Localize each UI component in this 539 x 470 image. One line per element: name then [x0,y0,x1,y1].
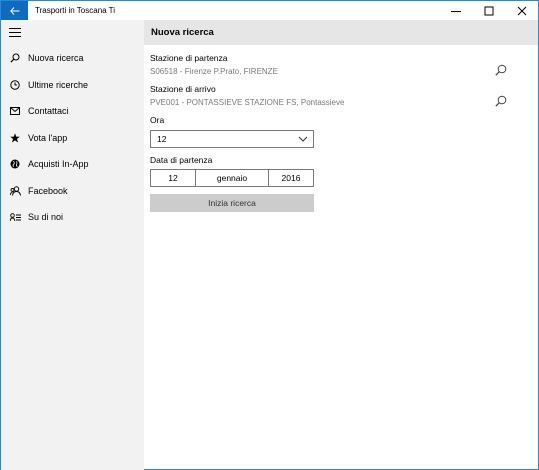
star-icon [2,133,28,143]
sidebar-item-label: Contattaci [28,106,69,116]
title-bar: Trasporti in Toscana Ti [1,1,538,20]
departure-value[interactable]: S06518 - Firenze P.Prato, FIRENZE [150,67,278,76]
arrival-label: Stazione di arrivo [150,84,216,94]
hour-value: 12 [157,134,167,144]
date-day[interactable]: 12 [151,170,196,186]
date-picker[interactable]: 12 gennaio 2016 [150,169,314,187]
search-icon [495,95,507,107]
sidebar-item-nuova-ricerca[interactable]: Nuova ricerca [1,45,144,71]
date-year[interactable]: 2016 [269,170,313,186]
sidebar-item-label: Su di noi [28,212,64,222]
sidebar-item-vota-app[interactable]: Vota l'app [1,125,144,151]
maximize-button[interactable] [472,1,505,20]
close-icon [517,6,526,15]
sidebar-item-contattaci[interactable]: Contattaci [1,98,144,124]
app-window: Trasporti in Toscana Ti Nuova ricerca Ul… [0,0,539,470]
clock-icon [2,80,28,90]
sidebar-item-label: Facebook [28,186,68,196]
departure-label: Stazione di partenza [150,53,228,63]
contact-card-icon [2,212,28,222]
search-icon [495,64,507,76]
hamburger-button[interactable] [1,20,29,45]
maximize-icon [484,6,493,15]
search-icon [2,53,28,63]
start-search-button[interactable]: Inizia ricerca [150,194,314,212]
sidebar-item-label: Nuova ricerca [28,53,84,63]
globe-icon [2,159,28,169]
window-title: Trasporti in Toscana Ti [35,6,116,15]
sidebar-item-acquisti-in-app[interactable]: Acquisti In-App [1,151,144,177]
sidebar-item-label: Acquisti In-App [28,159,89,169]
page-title: Nuova ricerca [151,27,214,38]
arrival-search-button[interactable] [494,94,508,108]
sidebar-item-label: Ultime ricerche [28,80,89,90]
sidebar-item-facebook[interactable]: Facebook [1,178,144,204]
chevron-down-icon [298,136,308,142]
hamburger-icon [9,28,21,37]
minimize-button[interactable] [439,1,472,20]
sidebar-item-ultime-ricerche[interactable]: Ultime ricerche [1,72,144,98]
sidebar-item-label: Vota l'app [28,133,68,143]
page-header: Nuova ricerca [144,20,538,45]
departure-search-button[interactable] [494,63,508,77]
minimize-icon [450,10,461,12]
date-label: Data di partenza [150,155,213,165]
back-button[interactable] [1,1,28,20]
arrival-value[interactable]: PVE001 - PONTASSIEVE STAZIONE FS, Pontas… [150,98,344,107]
close-button[interactable] [505,1,538,20]
hour-select[interactable]: 12 [150,130,314,148]
date-month[interactable]: gennaio [196,170,269,186]
people-icon [2,186,28,196]
sidebar: Nuova ricerca Ultime ricerche Contattaci… [1,20,144,470]
sidebar-item-su-di-noi[interactable]: Su di noi [1,204,144,230]
hour-label: Ora [150,115,165,125]
mail-icon [2,107,28,115]
back-arrow-icon [9,6,19,15]
